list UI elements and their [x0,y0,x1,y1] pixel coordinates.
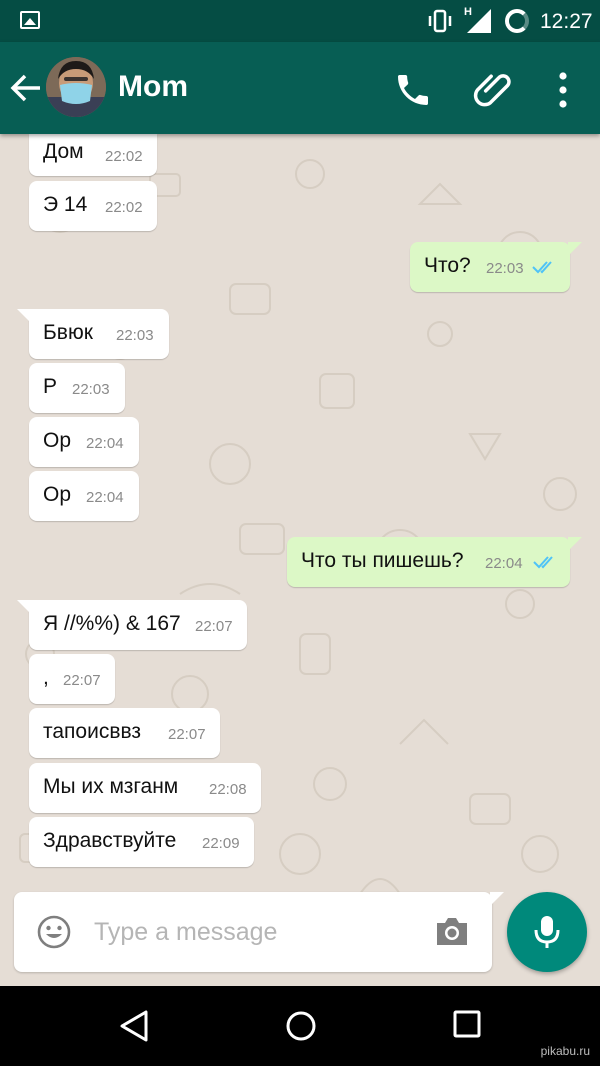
message-text: Здравствуйте [43,829,177,852]
message-incoming[interactable]: Р 22:03 [29,363,125,413]
nav-home-icon[interactable] [283,1008,319,1044]
nav-back-icon[interactable] [116,1008,152,1044]
message-incoming[interactable]: Э 14 22:02 [29,181,157,231]
message-time: 22:07 [63,672,101,689]
message-time: 22:03 [72,381,110,398]
message-time: 22:04 [86,489,124,506]
message-time: 22:04 [485,555,523,572]
message-text: Дом [43,140,84,163]
message-incoming[interactable]: тапоисввз 22:07 [29,708,220,758]
status-bar: H 12:27 [0,0,600,42]
system-nav-bar: pikabu.ru [0,986,600,1066]
message-text: , [43,666,49,689]
message-text: Э 14 [43,193,88,216]
back-arrow-icon[interactable] [6,68,46,108]
message-incoming[interactable]: Я //%%) & 167 22:07 [17,600,247,650]
message-incoming[interactable]: Ор 22:04 [29,417,139,467]
message-incoming[interactable]: , 22:07 [29,654,115,704]
message-time: 22:03 [486,260,524,277]
vibrate-icon [428,9,452,33]
message-time: 22:04 [86,435,124,452]
message-time: 22:02 [105,199,143,216]
phone-icon[interactable] [393,70,433,110]
message-outgoing[interactable]: Что? 22:03 [410,242,582,292]
message-text: Мы их мзганм [43,775,179,798]
signal-icon [467,9,491,33]
double-check-read-icon [532,261,552,274]
message-text: Что ты пишешь? [301,549,464,572]
double-check-read-icon [533,556,553,569]
message-time: 22:03 [116,327,154,344]
message-input[interactable] [94,908,414,956]
message-incoming[interactable]: Здравствуйте 22:09 [29,817,254,867]
voice-record-button[interactable] [507,892,587,972]
message-composer [14,892,504,972]
nav-recents-icon[interactable] [452,1009,482,1039]
message-text: Ор [43,483,72,506]
contact-name[interactable]: Mom [118,70,188,104]
message-incoming[interactable]: Мы их мзганм 22:08 [29,763,261,813]
message-text: Ор [43,429,72,452]
message-time: 22:07 [195,618,233,635]
message-incoming[interactable]: Ор 22:04 [29,471,139,521]
camera-icon[interactable] [434,914,470,948]
message-text: Бвюк [43,321,93,344]
emoji-icon[interactable] [36,914,72,950]
message-time: 22:08 [209,781,247,798]
message-text: Р [43,375,58,398]
message-incoming[interactable]: Бвюк 22:03 [17,309,169,359]
microphone-icon [534,916,560,948]
chat-header: Mom [0,42,600,134]
message-time: 22:02 [105,148,143,165]
message-text: Я //%%) & 167 [43,612,181,635]
message-time: 22:09 [202,835,240,852]
message-text: тапоисввз [43,720,142,743]
message-incoming[interactable]: Дом 22:02 [29,134,157,176]
message-outgoing[interactable]: Что ты пишешь? 22:04 [287,537,582,587]
status-time: 12:27 [540,10,593,33]
battery-ring-icon [505,9,529,33]
message-list[interactable]: Дом 22:02 Э 14 22:02 Что? 22:03 Бвюк 22:… [0,134,600,986]
paperclip-icon[interactable] [471,68,515,112]
watermark: pikabu.ru [540,1044,590,1058]
avatar[interactable] [46,57,106,117]
more-vert-icon[interactable] [550,68,576,112]
message-text: Что? [424,254,471,277]
image-icon [20,11,40,29]
message-time: 22:07 [168,726,206,743]
